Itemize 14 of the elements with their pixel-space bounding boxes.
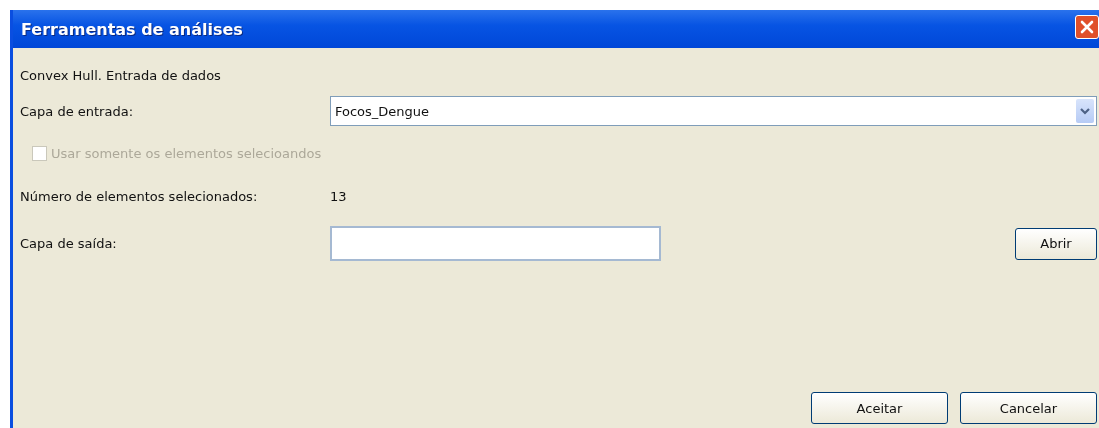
field-label: Capa de saída: <box>20 236 118 251</box>
field-label: Número de elementos selecionados: <box>20 189 259 204</box>
field-label: Capa de entrada: <box>20 103 135 119</box>
cancel-button[interactable]: Cancelar <box>960 392 1097 424</box>
section-title: Convex Hull. Entrada de dados <box>20 68 222 85</box>
close-button[interactable] <box>1075 15 1099 39</box>
window-title: Ferramentas de análises <box>21 19 243 39</box>
close-icon <box>1079 19 1095 35</box>
layer-dropdown[interactable]: Focos_Dengue <box>330 96 1097 126</box>
checkbox-label: Usar somente os elementos selecioandos <box>51 146 322 161</box>
accept-button[interactable]: Aceitar <box>811 392 948 424</box>
count-value: 13 <box>330 189 347 204</box>
output-layer-field[interactable] <box>330 226 661 261</box>
open-button[interactable]: Abrir <box>1015 227 1097 260</box>
